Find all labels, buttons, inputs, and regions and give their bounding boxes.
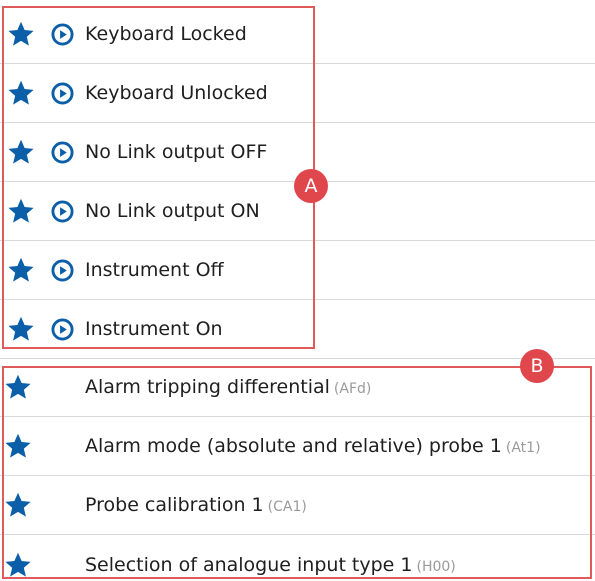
highlight-box-b: [2, 366, 592, 579]
highlight-box-a: [2, 6, 315, 349]
badge-b: B: [520, 349, 554, 383]
badge-a: A: [294, 169, 328, 203]
